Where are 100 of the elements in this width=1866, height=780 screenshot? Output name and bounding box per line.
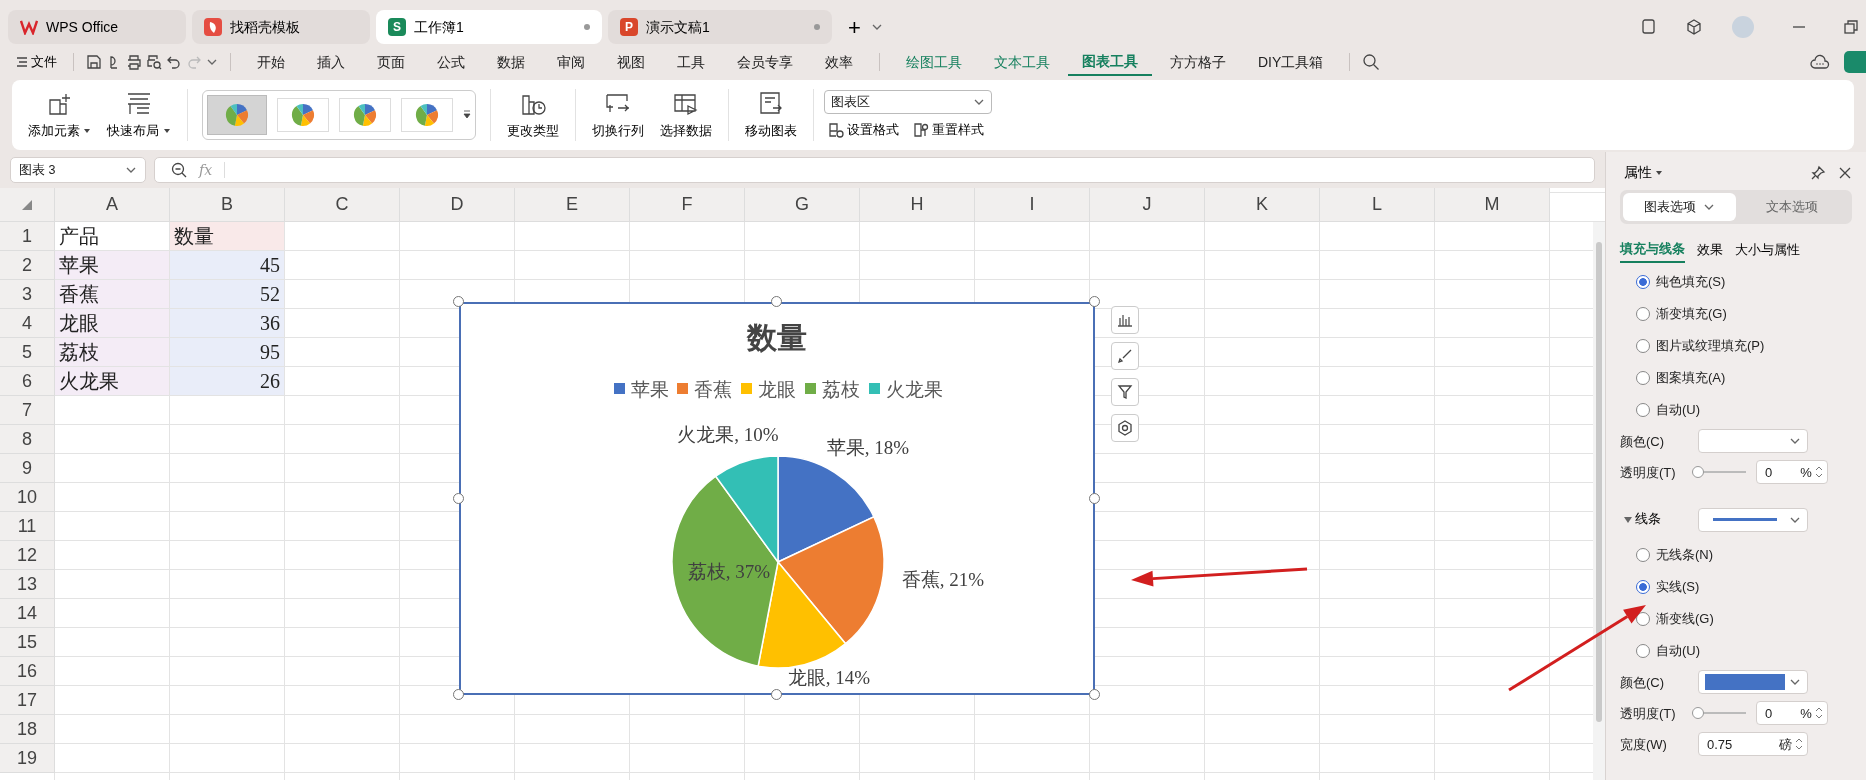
- column-header[interactable]: C: [285, 188, 400, 222]
- chart-area[interactable]: 数量 苹果 香蕉 龙眼 荔枝 火龙果 火龙果, 10% 苹果, 18% 荔枝, 37% 香蕉, 21% 龙眼, 14%: [459, 302, 1095, 695]
- ribbon-button[interactable]: 设置格式: [823, 120, 903, 140]
- column-header[interactable]: E: [515, 188, 630, 222]
- close-icon[interactable]: [1838, 165, 1852, 180]
- radio-button[interactable]: [1636, 370, 1650, 385]
- radio-label[interactable]: 纯色填充(S): [1656, 272, 1726, 292]
- menu-tab[interactable]: 工具: [663, 49, 719, 75]
- column-header[interactable]: H: [860, 188, 975, 222]
- radio-button[interactable]: [1636, 547, 1650, 562]
- print-preview-icon[interactable]: [146, 54, 162, 70]
- chart-style-option[interactable]: [206, 95, 267, 135]
- panel-tab[interactable]: 文本选项: [1736, 192, 1849, 221]
- ribbon-button[interactable]: 添加元素: [22, 85, 98, 145]
- radio-label[interactable]: 图案填充(A): [1656, 368, 1726, 388]
- pin-icon[interactable]: [1810, 164, 1826, 181]
- share-button[interactable]: [1844, 51, 1866, 73]
- column-header[interactable]: L: [1320, 188, 1435, 222]
- ribbon-button[interactable]: 选择数据: [653, 85, 718, 145]
- menu-tab[interactable]: 公式: [423, 49, 479, 75]
- column-header[interactable]: B: [170, 188, 285, 222]
- menu-tab[interactable]: 效率: [811, 49, 867, 75]
- panel-subtab[interactable]: 大小与属性: [1735, 237, 1800, 263]
- resize-handle[interactable]: [771, 296, 782, 307]
- chart-tool-button[interactable]: [1111, 414, 1139, 442]
- radio-button[interactable]: [1636, 274, 1650, 289]
- row-header[interactable]: 9: [0, 454, 55, 483]
- row-header[interactable]: 7: [0, 396, 55, 425]
- row-header[interactable]: 1: [0, 222, 55, 251]
- ribbon-button[interactable]: 更改类型: [500, 85, 565, 145]
- chart-tool-button[interactable]: [1111, 306, 1139, 334]
- resize-handle[interactable]: [453, 492, 464, 504]
- number-field[interactable]: 0 %: [1756, 460, 1828, 485]
- number-field[interactable]: 0 %: [1756, 701, 1828, 726]
- menu-tab[interactable]: 插入: [303, 49, 359, 75]
- column-header[interactable]: K: [1205, 188, 1320, 222]
- search-icon[interactable]: [1362, 53, 1381, 71]
- select-all-corner[interactable]: [0, 188, 55, 222]
- row-header[interactable]: 2: [0, 251, 55, 280]
- more-styles-icon[interactable]: [462, 110, 471, 120]
- app-tab[interactable]: WPS Office: [8, 10, 186, 44]
- resize-handle[interactable]: [453, 689, 464, 700]
- column-header[interactable]: F: [630, 188, 745, 222]
- menu-tab[interactable]: 开始: [243, 49, 299, 75]
- app-tab[interactable]: P 演示文稿1: [608, 10, 832, 44]
- panel-tab[interactable]: 图表选项: [1623, 192, 1736, 221]
- ribbon-button[interactable]: 重置样式: [909, 120, 988, 140]
- panel-title[interactable]: 属性: [1620, 162, 1667, 183]
- resize-handle[interactable]: [1089, 296, 1100, 307]
- menu-tab[interactable]: 数据: [483, 49, 539, 75]
- undo-icon[interactable]: [166, 54, 182, 70]
- chart-tool-button[interactable]: [1111, 342, 1139, 370]
- resize-handle[interactable]: [453, 296, 464, 307]
- radio-label[interactable]: 渐变填充(G): [1656, 304, 1727, 324]
- menu-tab[interactable]: DIY工具箱: [1244, 49, 1338, 75]
- row-header[interactable]: 19: [0, 744, 55, 773]
- resize-handle[interactable]: [1089, 492, 1100, 504]
- menu-tab[interactable]: 方方格子: [1156, 49, 1240, 75]
- radio-label[interactable]: 实线(S): [1656, 577, 1700, 597]
- column-header[interactable]: D: [400, 188, 515, 222]
- row-header[interactable]: 13: [0, 570, 55, 599]
- row-header[interactable]: 10: [0, 483, 55, 512]
- new-tab-button[interactable]: +: [844, 10, 865, 44]
- column-header[interactable]: M: [1435, 188, 1550, 222]
- row-header[interactable]: 8: [0, 425, 55, 454]
- chart-tool-button[interactable]: [1111, 378, 1139, 406]
- menu-tab[interactable]: 文本工具: [980, 49, 1064, 75]
- scrollbar[interactable]: [1593, 222, 1605, 780]
- row-header[interactable]: 18: [0, 715, 55, 744]
- radio-label[interactable]: 图片或纹理填充(P): [1656, 336, 1765, 356]
- ribbon-button[interactable]: 移动图表: [738, 85, 803, 145]
- row-header[interactable]: 12: [0, 541, 55, 570]
- print-icon[interactable]: [126, 54, 142, 70]
- app-tab[interactable]: S 工作簿1: [376, 10, 602, 44]
- menu-tab[interactable]: 绘图工具: [892, 49, 976, 75]
- panel-subtab[interactable]: 填充与线条: [1620, 237, 1685, 263]
- ribbon-button[interactable]: 切换行列: [585, 85, 650, 145]
- menu-tab[interactable]: 审阅: [543, 49, 599, 75]
- chart-style-option[interactable]: [276, 98, 329, 132]
- menu-tab[interactable]: 会员专享: [723, 49, 807, 75]
- chart-element-dropdown[interactable]: 图表区: [823, 90, 992, 115]
- color-dropdown[interactable]: [1698, 670, 1808, 695]
- radio-label[interactable]: 渐变线(G): [1656, 609, 1714, 629]
- save-icon[interactable]: [86, 54, 102, 70]
- chart-style-option[interactable]: [338, 98, 391, 132]
- menu-tab[interactable]: 页面: [363, 49, 419, 75]
- radio-button[interactable]: [1636, 338, 1650, 353]
- radio-label[interactable]: 无线条(N): [1656, 545, 1714, 565]
- ribbon-button[interactable]: 快速布局: [101, 85, 177, 145]
- radio-label[interactable]: 自动(U): [1656, 400, 1701, 420]
- chart-style-option[interactable]: [400, 98, 453, 132]
- section-toggle[interactable]: 线条: [1620, 510, 1692, 530]
- number-field[interactable]: 0.75 磅: [1698, 732, 1808, 757]
- column-header[interactable]: A: [55, 188, 170, 222]
- menu-tab[interactable]: 视图: [603, 49, 659, 75]
- row-header[interactable]: 14: [0, 599, 55, 628]
- row-header[interactable]: 15: [0, 628, 55, 657]
- file-menu-button[interactable]: 文件: [12, 52, 61, 72]
- row-header[interactable]: 4: [0, 309, 55, 338]
- radio-button[interactable]: [1636, 306, 1650, 321]
